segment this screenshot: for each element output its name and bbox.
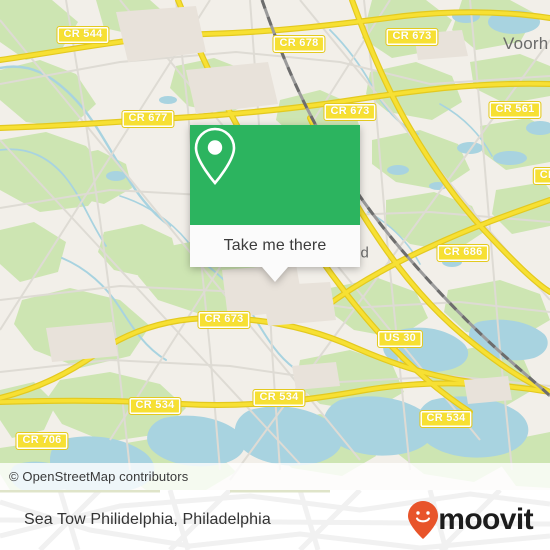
popup-action-bar[interactable]: Take me there — [190, 225, 360, 267]
footer-bar: Sea Tow Philidelphia, Philadelphia moovi… — [0, 490, 550, 550]
location-popup[interactable]: Take me there — [190, 125, 360, 282]
road-shield: CR 706 — [15, 432, 69, 450]
map-pin-icon — [194, 127, 236, 185]
road-shield: CR 561 — [488, 101, 542, 119]
page-title: Sea Tow Philidelphia, Philadelphia — [24, 511, 271, 528]
road-shield: CR 673 — [323, 103, 377, 121]
road-shield: CR 534 — [252, 389, 306, 407]
moovit-wordmark: moovit — [438, 503, 533, 536]
road-shield: CR 534 — [128, 397, 182, 415]
attribution-text[interactable]: © OpenStreetMap contributors — [0, 469, 188, 484]
map-screenshot: CR 544 CR 677 CR 678 CR 673 CR 673 CR 56… — [0, 0, 550, 550]
popup-tail — [262, 267, 288, 282]
road-shield: CR 678 — [272, 35, 326, 53]
moovit-logo[interactable]: moovit — [407, 500, 534, 540]
map-canvas[interactable]: CR 544 CR 677 CR 678 CR 673 CR 673 CR 56… — [0, 0, 550, 490]
popup-header — [190, 125, 360, 225]
road-shield: CR 686 — [436, 244, 490, 262]
road-shield: CR 673 — [197, 311, 251, 329]
moovit-pin-smiley-icon — [408, 501, 439, 539]
road-shield: CR 544 — [56, 26, 110, 44]
road-shield-partial: CR — [532, 167, 550, 185]
road-shield: CR 534 — [419, 410, 473, 428]
road-shield: CR 677 — [121, 110, 175, 128]
take-me-there-label: Take me there — [223, 237, 327, 254]
road-shield: CR 673 — [385, 28, 439, 46]
road-shield: US 30 — [376, 330, 424, 348]
place-label-voorhees: Voorh — [503, 34, 549, 53]
map-attribution: © OpenStreetMap contributors — [0, 463, 550, 490]
